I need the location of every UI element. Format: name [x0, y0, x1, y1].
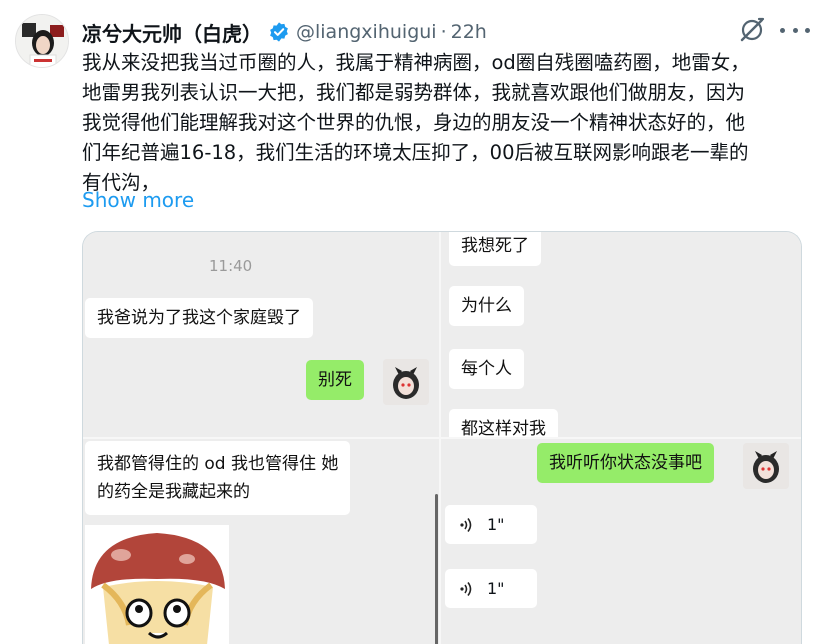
tweet-time[interactable]: 22h	[451, 21, 487, 43]
mushroom-sticker	[85, 525, 229, 644]
author-avatar[interactable]	[15, 14, 69, 68]
chat-avatar	[383, 359, 429, 405]
tweet-media-grid[interactable]: 11:40 我爸说为了我这个家庭毁了 别死 我想死了 为什么 每个人 都这样对我…	[82, 231, 802, 644]
voice-duration: 1"	[487, 579, 505, 598]
grok-icon[interactable]	[738, 16, 766, 44]
media-divider-horizontal	[83, 437, 801, 439]
chat-bubble-sent: 我听听你状态没事吧	[537, 443, 714, 483]
media-divider-vertical	[439, 232, 441, 644]
tweet-text-line: 我从来没把我当过币圈的人，我属于精神病圈，od圈自残圈嗑药圈，地雷女，	[82, 51, 750, 74]
chat-bubble-received: 我爸说为了我这个家庭毁了	[85, 298, 313, 338]
more-options-icon[interactable]	[780, 18, 810, 42]
chat-bubble-received: 我都管得住的 od 我也管得住 她 的药全是我藏起来的	[85, 441, 351, 515]
chat-timestamp: 11:40	[209, 257, 253, 275]
chat-avatar-image	[743, 443, 789, 489]
chat-screenshot-3[interactable]: 我都管得住的 od 我也管得住 她 的药全是我藏起来的	[83, 439, 439, 644]
chat-bubble-received: 都这样对我	[449, 409, 558, 437]
tweet-text: 我从来没把我当过币圈的人，我属于精神病圈，od圈自残圈嗑药圈，地雷女， 地雷男我…	[82, 48, 812, 198]
tweet-text-line: 们年纪普遍16-18，我们生活的环境太压抑了，00后被互联网影响跟老一辈的	[82, 141, 749, 164]
chat-bubble-received: 每个人	[449, 349, 524, 389]
chat-bubble-line: 的药全是我藏起来的	[97, 482, 250, 502]
chat-avatar-image	[383, 359, 429, 405]
chat-screenshot-1[interactable]: 11:40 我爸说为了我这个家庭毁了 别死	[83, 232, 439, 437]
scrollbar[interactable]	[435, 494, 438, 644]
voice-message-icon	[460, 517, 472, 532]
avatar-image	[16, 15, 68, 67]
chat-bubble-received: 我想死了	[449, 232, 541, 266]
tweet-text-line: 地雷男我列表认识一大把，我们都是弱势群体，我就喜欢跟他们做朋友，因为	[82, 81, 746, 104]
chat-bubble-received: 为什么	[449, 286, 524, 326]
verified-badge-icon	[270, 22, 288, 42]
author-name[interactable]: 凉兮大元帅（白虎）	[82, 18, 262, 47]
show-more-link[interactable]: Show more	[82, 188, 194, 212]
author-handle[interactable]: @liangxihuigui	[296, 21, 437, 43]
chat-bubble-line: 我都管得住的 od 我也管得住 她	[97, 454, 339, 474]
more-dot	[780, 27, 785, 33]
chat-screenshot-2[interactable]: 我想死了 为什么 每个人 都这样对我	[441, 232, 801, 437]
voice-message[interactable]: 1"	[445, 505, 537, 544]
tweet-text-line: 我觉得他们能理解我对这个世界的仇恨，身边的朋友没一个精神状态好的，他	[82, 111, 746, 134]
voice-message-icon	[460, 581, 472, 596]
voice-message[interactable]: 1"	[445, 569, 537, 608]
tweet-header: 凉兮大元帅（白虎） @liangxihuigui · 22h	[82, 14, 487, 50]
more-dot	[792, 27, 798, 33]
chat-bubble-sent: 别死	[306, 360, 364, 400]
chat-screenshot-4[interactable]: 我听听你状态没事吧 1" 1"	[441, 439, 801, 644]
separator-dot: ·	[440, 21, 447, 43]
voice-duration: 1"	[487, 515, 505, 534]
chat-avatar	[743, 443, 789, 489]
more-dot	[805, 27, 810, 33]
sticker-image	[85, 525, 229, 644]
